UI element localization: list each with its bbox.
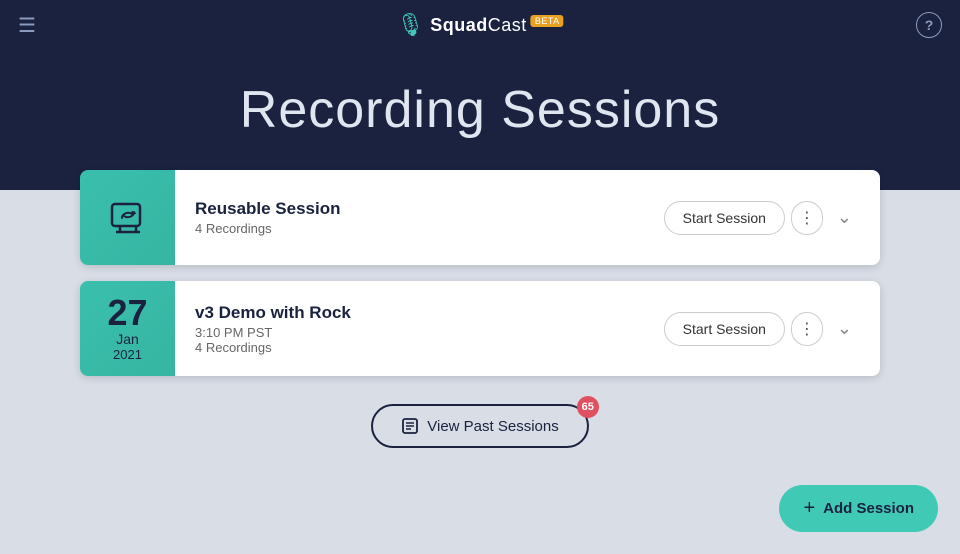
page-header: Recording Sessions: [0, 50, 960, 190]
main-content: Reusable Session 4 Recordings Start Sess…: [0, 170, 960, 448]
page-title: Recording Sessions: [0, 80, 960, 140]
session-time-v3demo: 3:10 PM PST: [195, 325, 648, 340]
session-recordings-reusable: 4 Recordings: [195, 221, 648, 236]
session-actions-v3demo: Start Session ⋮ ⌄: [664, 312, 860, 346]
session-year: 2021: [113, 347, 142, 362]
hamburger-menu-icon[interactable]: ☰: [18, 13, 36, 38]
reusable-session-icon: [106, 196, 150, 240]
session-info-reusable: Reusable Session 4 Recordings: [195, 199, 648, 236]
help-button[interactable]: ?: [916, 12, 942, 38]
logo: 🎙 SquadCastBETA: [396, 12, 563, 38]
beta-badge: BETA: [531, 15, 564, 27]
more-options-button-v3demo[interactable]: ⋮: [791, 312, 823, 346]
view-past-sessions-button[interactable]: View Past Sessions 65: [371, 404, 588, 448]
session-name-reusable: Reusable Session: [195, 199, 648, 219]
top-navigation: ☰ 🎙 SquadCastBETA ?: [0, 0, 960, 50]
start-session-button-v3demo[interactable]: Start Session: [664, 312, 785, 346]
session-card-v3demo: 27 Jan 2021 v3 Demo with Rock 3:10 PM PS…: [80, 281, 880, 376]
view-past-container: View Past Sessions 65: [80, 404, 880, 448]
session-info-v3demo: v3 Demo with Rock 3:10 PM PST 4 Recordin…: [195, 303, 648, 355]
plus-icon: +: [803, 497, 815, 520]
session-actions-reusable: Start Session ⋮ ⌄: [664, 201, 860, 235]
session-month: Jan: [116, 331, 139, 347]
expand-button-v3demo[interactable]: ⌄: [829, 314, 860, 343]
session-thumb-reusable: [80, 170, 175, 265]
logo-text: SquadCastBETA: [430, 15, 563, 36]
past-sessions-badge: 65: [577, 396, 599, 418]
session-body-reusable: Reusable Session 4 Recordings Start Sess…: [175, 170, 880, 265]
session-body-v3demo: v3 Demo with Rock 3:10 PM PST 4 Recordin…: [175, 281, 880, 376]
view-past-label: View Past Sessions: [427, 418, 558, 435]
microphone-icon: 🎙: [396, 12, 424, 38]
add-session-button[interactable]: + Add Session: [779, 485, 938, 532]
session-card-reusable: Reusable Session 4 Recordings Start Sess…: [80, 170, 880, 265]
start-session-button-reusable[interactable]: Start Session: [664, 201, 785, 235]
add-session-label: Add Session: [823, 500, 914, 517]
session-name-v3demo: v3 Demo with Rock: [195, 303, 648, 323]
history-icon: [401, 417, 419, 435]
session-recordings-v3demo: 4 Recordings: [195, 340, 648, 355]
session-day: 27: [107, 295, 147, 331]
session-thumb-v3demo: 27 Jan 2021: [80, 281, 175, 376]
more-options-button-reusable[interactable]: ⋮: [791, 201, 823, 235]
expand-button-reusable[interactable]: ⌄: [829, 203, 860, 232]
